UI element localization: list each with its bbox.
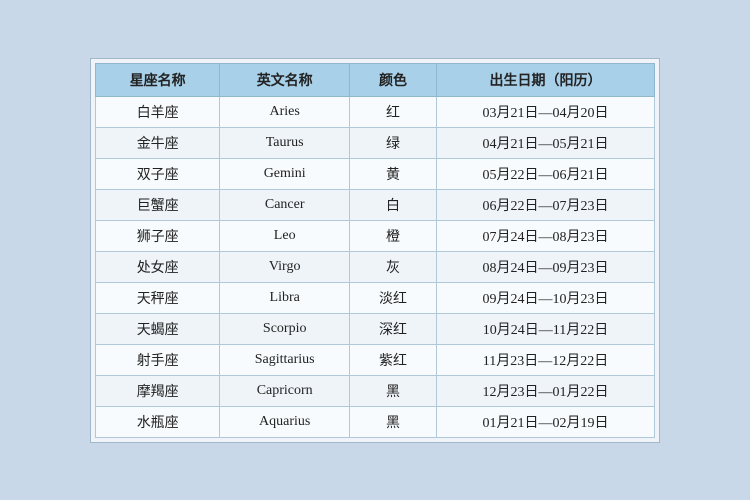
cell-color: 深红	[349, 313, 436, 344]
cell-english-name: Taurus	[220, 127, 350, 158]
table-row: 双子座Gemini黄05月22日—06月21日	[96, 158, 655, 189]
cell-chinese-name: 狮子座	[96, 220, 220, 251]
cell-chinese-name: 白羊座	[96, 96, 220, 127]
cell-chinese-name: 摩羯座	[96, 375, 220, 406]
cell-color: 紫红	[349, 344, 436, 375]
cell-date: 05月22日—06月21日	[436, 158, 654, 189]
cell-chinese-name: 金牛座	[96, 127, 220, 158]
table-body: 白羊座Aries红03月21日—04月20日金牛座Taurus绿04月21日—0…	[96, 96, 655, 437]
table-row: 处女座Virgo灰08月24日—09月23日	[96, 251, 655, 282]
cell-date: 03月21日—04月20日	[436, 96, 654, 127]
zodiac-table: 星座名称 英文名称 颜色 出生日期（阳历） 白羊座Aries红03月21日—04…	[95, 63, 655, 438]
cell-color: 红	[349, 96, 436, 127]
cell-date: 06月22日—07月23日	[436, 189, 654, 220]
header-chinese-name: 星座名称	[96, 63, 220, 96]
cell-chinese-name: 处女座	[96, 251, 220, 282]
table-row: 白羊座Aries红03月21日—04月20日	[96, 96, 655, 127]
table-row: 天秤座Libra淡红09月24日—10月23日	[96, 282, 655, 313]
cell-english-name: Gemini	[220, 158, 350, 189]
cell-chinese-name: 巨蟹座	[96, 189, 220, 220]
header-birth-date: 出生日期（阳历）	[436, 63, 654, 96]
cell-color: 黄	[349, 158, 436, 189]
table-row: 狮子座Leo橙07月24日—08月23日	[96, 220, 655, 251]
cell-english-name: Leo	[220, 220, 350, 251]
cell-color: 绿	[349, 127, 436, 158]
cell-english-name: Capricorn	[220, 375, 350, 406]
cell-english-name: Libra	[220, 282, 350, 313]
header-color: 颜色	[349, 63, 436, 96]
cell-date: 11月23日—12月22日	[436, 344, 654, 375]
cell-date: 04月21日—05月21日	[436, 127, 654, 158]
cell-date: 07月24日—08月23日	[436, 220, 654, 251]
cell-color: 橙	[349, 220, 436, 251]
cell-english-name: Virgo	[220, 251, 350, 282]
cell-color: 黑	[349, 406, 436, 437]
header-english-name: 英文名称	[220, 63, 350, 96]
cell-chinese-name: 水瓶座	[96, 406, 220, 437]
cell-color: 白	[349, 189, 436, 220]
table-header-row: 星座名称 英文名称 颜色 出生日期（阳历）	[96, 63, 655, 96]
cell-english-name: Scorpio	[220, 313, 350, 344]
table-row: 摩羯座Capricorn黑12月23日—01月22日	[96, 375, 655, 406]
table-row: 水瓶座Aquarius黑01月21日—02月19日	[96, 406, 655, 437]
cell-color: 灰	[349, 251, 436, 282]
cell-date: 12月23日—01月22日	[436, 375, 654, 406]
cell-chinese-name: 天蝎座	[96, 313, 220, 344]
cell-chinese-name: 射手座	[96, 344, 220, 375]
cell-color: 黑	[349, 375, 436, 406]
cell-english-name: Sagittarius	[220, 344, 350, 375]
cell-english-name: Aries	[220, 96, 350, 127]
cell-date: 09月24日—10月23日	[436, 282, 654, 313]
table-row: 天蝎座Scorpio深红10月24日—11月22日	[96, 313, 655, 344]
cell-date: 10月24日—11月22日	[436, 313, 654, 344]
table-row: 巨蟹座Cancer白06月22日—07月23日	[96, 189, 655, 220]
cell-chinese-name: 天秤座	[96, 282, 220, 313]
table-row: 射手座Sagittarius紫红11月23日—12月22日	[96, 344, 655, 375]
cell-color: 淡红	[349, 282, 436, 313]
cell-english-name: Cancer	[220, 189, 350, 220]
table-row: 金牛座Taurus绿04月21日—05月21日	[96, 127, 655, 158]
cell-date: 08月24日—09月23日	[436, 251, 654, 282]
zodiac-table-container: 星座名称 英文名称 颜色 出生日期（阳历） 白羊座Aries红03月21日—04…	[90, 58, 660, 443]
cell-date: 01月21日—02月19日	[436, 406, 654, 437]
cell-chinese-name: 双子座	[96, 158, 220, 189]
cell-english-name: Aquarius	[220, 406, 350, 437]
